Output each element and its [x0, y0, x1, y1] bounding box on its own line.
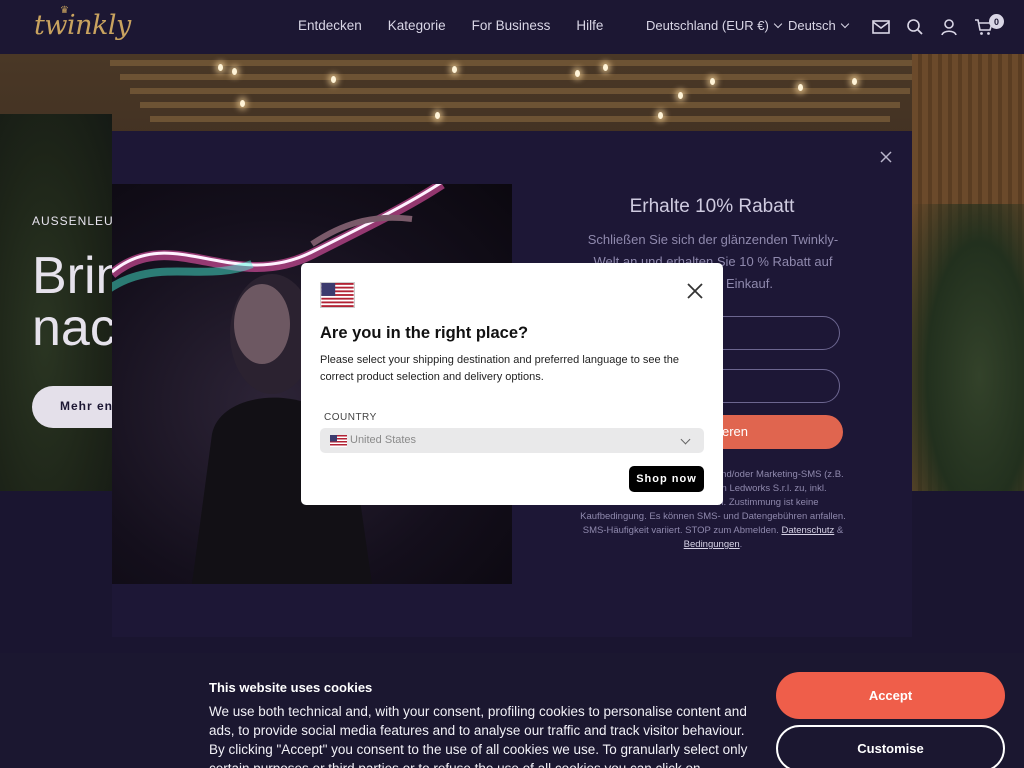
- close-icon[interactable]: [686, 282, 704, 300]
- country-value: United States: [350, 434, 417, 446]
- site-header: ♛ twinkly Entdecken Kategorie For Busine…: [0, 0, 1024, 54]
- terms-link[interactable]: Bedingungen: [684, 539, 740, 550]
- chevron-down-icon: [773, 19, 783, 28]
- country-modal: Are you in the right place? Please selec…: [301, 263, 723, 505]
- search-icon[interactable]: [905, 17, 925, 37]
- nav-item-kategorie[interactable]: Kategorie: [388, 18, 446, 33]
- customise-button[interactable]: Customise: [776, 725, 1005, 768]
- mail-icon[interactable]: [871, 17, 891, 37]
- hero-eyebrow: AUSSENLEUC: [32, 214, 124, 228]
- shop-now-button[interactable]: Shop now: [629, 466, 704, 492]
- language-selector[interactable]: Deutsch: [788, 18, 849, 33]
- main-nav: Entdecken Kategorie For Business Hilfe: [298, 18, 603, 33]
- account-icon[interactable]: [939, 17, 959, 37]
- cookie-title: This website uses cookies: [209, 680, 373, 695]
- us-flag-icon: [320, 282, 355, 308]
- twinkly-logo[interactable]: ♛ twinkly: [34, 5, 131, 41]
- nav-item-entdecken[interactable]: Entdecken: [298, 18, 362, 33]
- nav-item-hilfe[interactable]: Hilfe: [576, 18, 603, 33]
- promo-title: Erhalte 10% Rabatt: [629, 196, 795, 217]
- modal-title: Are you in the right place?: [320, 324, 529, 342]
- country-label: COUNTRY: [324, 412, 377, 423]
- chevron-down-icon: [840, 19, 849, 28]
- accept-button[interactable]: Accept: [776, 672, 1005, 719]
- language-label: Deutsch: [788, 18, 836, 33]
- modal-description: Please select your shipping destination …: [320, 354, 679, 383]
- cart-count-badge: 0: [989, 14, 1004, 29]
- close-icon[interactable]: [878, 149, 894, 165]
- country-select[interactable]: United States: [320, 428, 704, 453]
- cookie-banner: This website uses cookies We use both te…: [0, 653, 1024, 768]
- crown-icon: ♛: [60, 5, 69, 16]
- us-flag-icon: [330, 435, 347, 447]
- hero-title: Brin nac: [32, 247, 125, 357]
- privacy-link[interactable]: Datenschutz: [781, 525, 834, 536]
- chevron-down-icon: [680, 434, 691, 445]
- nav-item-for-business[interactable]: For Business: [472, 18, 551, 33]
- region-selector[interactable]: Deutschland (EUR €): [646, 18, 783, 33]
- cookie-text: We use both technical and, with your con…: [209, 704, 748, 768]
- region-label: Deutschland (EUR €): [646, 18, 769, 33]
